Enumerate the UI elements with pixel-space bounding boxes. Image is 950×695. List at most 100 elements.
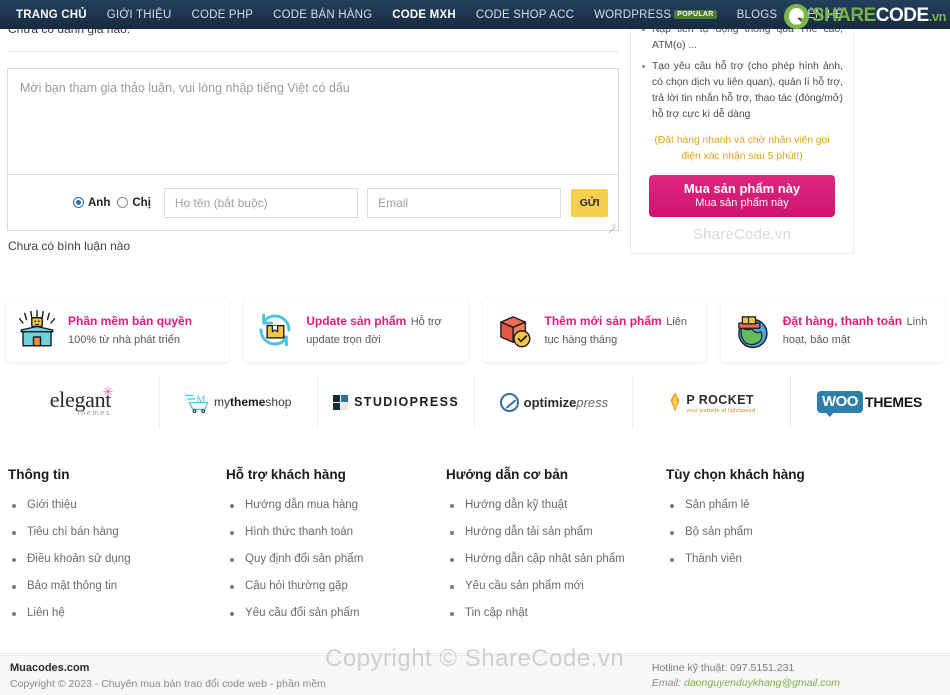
nav-wordpress-label: WORDPRESS xyxy=(594,8,672,21)
studiopress-text: STUDIOPRESS xyxy=(354,395,460,409)
new-product-check-icon xyxy=(493,309,535,351)
comment-empty-text: Chưa có bình luận nào xyxy=(8,239,131,253)
footer-link[interactable]: Giới thiệu xyxy=(8,499,226,511)
brand-cell[interactable]: P ROCKET your website at lightspeed xyxy=(633,376,792,428)
feature-subtitle: 100% từ nhà phát triển xyxy=(68,333,180,346)
radio-option-chi[interactable]: Chị xyxy=(117,197,151,209)
studiopress-mark-icon xyxy=(333,394,349,410)
wprocket-text-block: P ROCKET your website at lightspeed xyxy=(686,391,755,414)
mythemeshop-logo: M mythemeshop xyxy=(185,392,291,414)
nav-item-gioi-thieu[interactable]: GIỚI THIỆU xyxy=(97,9,182,21)
feature-title: Đặt hàng, thanh toán xyxy=(782,313,903,328)
footer-column-title: Thông tin xyxy=(8,467,70,482)
site-name: Muacodes.com xyxy=(10,662,90,674)
section-divider xyxy=(8,51,618,52)
radio-chi-input[interactable] xyxy=(117,197,129,208)
nav-item-code-ban-hang[interactable]: CODE BÁN HÀNG xyxy=(263,9,382,21)
footer-contact-info: Hotline kỹ thuật: 097.5151.231 Email: da… xyxy=(652,662,940,689)
footer-link[interactable]: Thành viên xyxy=(666,553,884,565)
footer-link[interactable]: Hướng dẫn kỹ thuật xyxy=(446,499,666,511)
radio-chi-label: Chị xyxy=(132,196,151,209)
rocket-flame-icon xyxy=(668,391,682,413)
feature-text: Phần mềm bản quyền 100% từ nhà phát triể… xyxy=(68,312,219,349)
footer-link[interactable]: Tiêu chí bán hàng xyxy=(8,526,226,538)
footer-link[interactable]: Điều khoản sử dụng xyxy=(8,553,226,565)
brand-cell[interactable]: elegant ✳ themes xyxy=(2,376,160,428)
optimizepress-text: optimizepress xyxy=(523,394,609,410)
footer-link[interactable]: Câu hỏi thường gặp xyxy=(226,580,446,592)
update-box-icon xyxy=(254,309,296,351)
logo-code-text: CODE xyxy=(875,5,929,26)
copyright-text: Copyright © 2023 - Chuyên mua bán trao đ… xyxy=(10,678,326,690)
feature-card[interactable]: Đặt hàng, thanh toán Linh hoạt, bảo mật xyxy=(720,298,944,362)
order-note: (Đặt hàng nhanh và chờ nhân viên gọi điệ… xyxy=(654,134,830,163)
nav-item-blogs[interactable]: BLOGS xyxy=(727,9,788,21)
list-item: Tạo yêu cầu hỗ trợ (cho phép hình ảnh, c… xyxy=(641,59,843,123)
email-label: Email: xyxy=(651,677,682,689)
hotline-text: Hotline kỹ thuật: 097.5151.231 xyxy=(651,662,795,674)
nav-item-list: TRANG CHỦ GIỚI THIỆU CODE PHP CODE BÁN H… xyxy=(0,9,853,21)
feature-title: Phần mềm bản quyền xyxy=(68,313,193,328)
footer-link[interactable]: Tin cập nhật xyxy=(446,607,666,619)
feature-text: Update sản phẩm Hỗ trợ update trọn đời xyxy=(306,312,457,349)
footer-link-list: Giới thiệu Tiêu chí bán hàng Điều khoản … xyxy=(8,499,226,619)
footer-link[interactable]: Liên hệ xyxy=(8,607,226,619)
footer-link[interactable]: Yêu cầu đổi sản phẩm xyxy=(226,607,446,619)
shopping-cart-icon: M xyxy=(185,392,211,414)
radio-anh-label: Anh xyxy=(88,196,111,209)
optimizepress-mark-icon xyxy=(499,392,519,412)
gift-house-icon xyxy=(16,309,58,351)
comment-textarea[interactable]: Mời bạn tham gia thảo luận, vui lòng nhậ… xyxy=(8,69,618,174)
brand-cell[interactable]: WOO THEMES xyxy=(791,376,948,428)
footer-link[interactable]: Hướng dẫn cập nhật sản phẩm xyxy=(446,553,666,565)
radio-anh-input[interactable] xyxy=(73,197,84,208)
nav-item-wordpress[interactable]: WORDPRESS POPULAR xyxy=(584,9,727,21)
globe-shipping-icon xyxy=(731,309,773,351)
studiopress-logo: STUDIOPRESS xyxy=(333,394,460,410)
feature-card[interactable]: Thêm mới sản phẩm Liên tục hàng tháng xyxy=(482,298,706,362)
gender-radio-group: Anh Chị xyxy=(73,197,151,209)
buy-button-title: Mua sản phẩm này xyxy=(683,180,801,196)
product-sidebar: Nạp tiền tự động thông qua Thẻ cào, ATM(… xyxy=(630,0,854,254)
footer-column-thong-tin: Thông tin Giới thiệu Tiêu chí bán hàng Đ… xyxy=(8,467,226,655)
sharecode-wordmark: SHARECODE.vn xyxy=(812,5,947,26)
footer-links: Thông tin Giới thiệu Tiêu chí bán hàng Đ… xyxy=(0,440,950,655)
email-address[interactable]: daonguyenduykhang@gmail.com xyxy=(684,677,840,689)
brand-cell[interactable]: optimizepress xyxy=(475,376,634,428)
feature-card[interactable]: Phần mềm bản quyền 100% từ nhà phát triể… xyxy=(6,298,230,362)
footer-column-title: Tùy chọn khách hàng xyxy=(666,467,805,482)
nav-item-trang-chu[interactable]: TRANG CHỦ xyxy=(6,9,97,21)
footer-link-list: Hướng dẫn kỹ thuật Hướng dẫn tải sản phẩ… xyxy=(446,499,666,619)
footer-link[interactable]: Sản phẩm lẻ xyxy=(666,499,884,511)
footer-column-ho-tro: Hỗ trợ khách hàng Hướng dẫn mua hàng Hìn… xyxy=(226,467,446,655)
footer-link[interactable]: Bộ sản phẩm xyxy=(666,526,884,538)
feature-cards: Phần mềm bản quyền 100% từ nhà phát triể… xyxy=(0,298,950,362)
nav-item-code-shop-acc[interactable]: CODE SHOP ACC xyxy=(466,9,584,21)
wprocket-title: P ROCKET xyxy=(686,392,754,407)
sharecode-logo[interactable]: SHARECODE.vn xyxy=(783,1,947,31)
nav-item-code-mxh[interactable]: CODE MXH xyxy=(382,9,466,21)
sharecode-mark-icon xyxy=(783,3,809,29)
footer-link[interactable]: Yêu cầu sản phẩm mới xyxy=(446,580,666,592)
brand-cell[interactable]: STUDIOPRESS xyxy=(317,376,476,428)
footer-link[interactable]: Hướng dẫn mua hàng xyxy=(226,499,446,511)
footer-link[interactable]: Hình thức thanh toán xyxy=(226,526,446,538)
buy-product-button[interactable]: Mua sản phẩm này Mua sản phẩm này xyxy=(649,174,835,217)
email-input[interactable]: Email xyxy=(367,187,562,218)
footer-link[interactable]: Quy định đổi sản phẩm xyxy=(226,553,446,565)
radio-option-anh[interactable]: Anh xyxy=(73,197,110,209)
fullname-input[interactable]: Họ tên (bắt buộc) xyxy=(163,187,359,218)
wprocket-logo: P ROCKET your website at lightspeed xyxy=(668,391,755,414)
textarea-resize-handle[interactable] xyxy=(607,219,616,234)
feature-card[interactable]: Update sản phẩm Hỗ trợ update trọn đời xyxy=(244,298,468,362)
footer-link[interactable]: Bảo mật thông tin xyxy=(8,580,226,592)
woo-bubble: WOO xyxy=(816,391,863,417)
nav-item-code-php[interactable]: CODE PHP xyxy=(181,9,263,21)
submit-comment-button[interactable]: GỬI xyxy=(571,188,608,217)
comment-form: Mời bạn tham gia thảo luận, vui lòng nhậ… xyxy=(7,68,619,234)
footer-column-title: Hướng dẫn cơ bản xyxy=(446,467,568,482)
footer-link-list: Hướng dẫn mua hàng Hình thức thanh toán … xyxy=(226,499,446,619)
woothemes-text: THEMES xyxy=(864,394,923,410)
footer-link[interactable]: Hướng dẫn tải sản phẩm xyxy=(446,526,666,538)
brand-cell[interactable]: M mythemeshop xyxy=(159,376,318,428)
